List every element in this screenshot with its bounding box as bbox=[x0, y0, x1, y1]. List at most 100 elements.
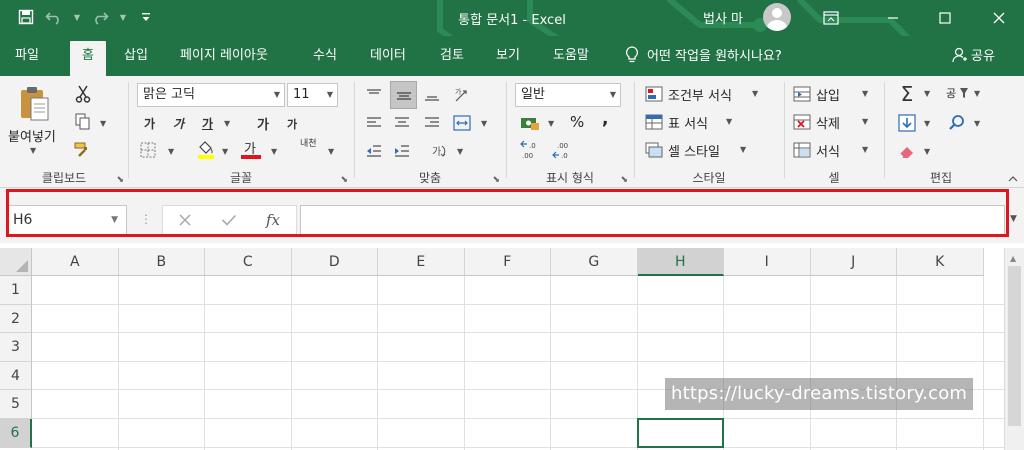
row-header-3[interactable]: 3 bbox=[0, 333, 32, 362]
align-top-button[interactable] bbox=[362, 84, 386, 106]
cell-area[interactable] bbox=[32, 276, 1024, 450]
column-header-e[interactable]: E bbox=[378, 248, 465, 276]
tab-page-layout[interactable]: 페이지 레이아웃 bbox=[180, 45, 268, 67]
paste-button[interactable] bbox=[14, 84, 54, 124]
number-dialog-launcher-icon[interactable]: ⬊ bbox=[620, 175, 628, 185]
wrap-text-button[interactable]: 가 bbox=[428, 140, 452, 162]
conditional-formatting-button[interactable]: 조건부 서식 bbox=[668, 85, 732, 104]
expand-formula-bar-button[interactable]: ▼ bbox=[1010, 214, 1017, 224]
name-box[interactable]: H6 ▼ bbox=[6, 205, 127, 235]
column-header-c[interactable]: C bbox=[205, 248, 292, 276]
clipboard-dialog-launcher-icon[interactable]: ⬊ bbox=[116, 175, 124, 185]
maximize-button[interactable] bbox=[922, 0, 968, 36]
column-header-j[interactable]: J bbox=[810, 248, 897, 276]
fill-color-button[interactable] bbox=[196, 138, 216, 160]
autosum-dropdown-icon[interactable]: ▼ bbox=[924, 89, 930, 98]
phonetic-guide-button[interactable]: 내천 bbox=[300, 140, 317, 149]
customize-qat-button[interactable] bbox=[134, 6, 158, 28]
close-button[interactable] bbox=[976, 0, 1022, 36]
column-header-f[interactable]: F bbox=[464, 248, 551, 276]
comma-style-button[interactable]: , bbox=[602, 109, 608, 129]
collapse-ribbon-button[interactable] bbox=[1006, 172, 1020, 186]
scrollbar-thumb[interactable] bbox=[1008, 266, 1021, 426]
autosum-icon[interactable]: Σ bbox=[896, 82, 918, 106]
user-avatar[interactable] bbox=[763, 3, 791, 31]
copy-dropdown-icon[interactable]: ▼ bbox=[100, 119, 106, 128]
merge-center-button[interactable] bbox=[450, 112, 474, 134]
decrease-decimal-button[interactable]: .00.0 bbox=[550, 138, 576, 162]
italic-button[interactable]: 가 bbox=[173, 115, 184, 132]
sort-filter-button[interactable]: 공 bbox=[946, 85, 956, 101]
redo-dropdown-button[interactable]: ▼ bbox=[116, 6, 130, 28]
bold-button[interactable]: 가 bbox=[144, 115, 155, 132]
delete-dropdown-icon[interactable]: ▼ bbox=[862, 117, 868, 126]
delete-cells-button[interactable]: 삭제 bbox=[816, 113, 840, 132]
align-bottom-button[interactable] bbox=[420, 84, 444, 106]
insert-dropdown-icon[interactable]: ▼ bbox=[862, 89, 868, 98]
formula-bar-resize-handle[interactable]: ⋮ bbox=[140, 212, 152, 226]
save-button[interactable] bbox=[14, 6, 38, 28]
tab-insert[interactable]: 삽입 bbox=[124, 45, 148, 67]
column-header-h[interactable]: H bbox=[637, 248, 724, 276]
column-header-g[interactable]: G bbox=[551, 248, 638, 276]
column-header-i[interactable]: I bbox=[724, 248, 811, 276]
redo-button[interactable] bbox=[88, 6, 112, 28]
vertical-scrollbar[interactable]: ▲ bbox=[1004, 248, 1024, 450]
format-dropdown-icon[interactable]: ▼ bbox=[862, 145, 868, 154]
ribbon-display-options-button[interactable] bbox=[808, 0, 854, 36]
increase-font-size-button[interactable]: 가 bbox=[257, 114, 269, 133]
align-middle-button[interactable] bbox=[390, 81, 417, 109]
font-dialog-launcher-icon[interactable]: ⬊ bbox=[340, 175, 348, 185]
decrease-indent-button[interactable] bbox=[362, 140, 386, 162]
column-header-d[interactable]: D bbox=[291, 248, 378, 276]
confirm-entry-button[interactable] bbox=[211, 206, 247, 234]
borders-button[interactable] bbox=[138, 140, 158, 160]
tab-formulas[interactable]: 수식 bbox=[313, 45, 337, 67]
conditional-dropdown-icon[interactable]: ▼ bbox=[752, 89, 758, 98]
insert-function-button[interactable]: fx bbox=[255, 206, 291, 234]
underline-button[interactable]: 가 bbox=[202, 115, 213, 132]
row-header-6[interactable]: 6 bbox=[0, 419, 32, 448]
format-cells-button[interactable]: 서식 bbox=[816, 141, 840, 160]
sort-dropdown-icon[interactable]: ▼ bbox=[974, 89, 980, 98]
align-left-button[interactable] bbox=[362, 112, 386, 134]
format-as-table-button[interactable]: 표 서식 bbox=[668, 113, 708, 132]
tab-data[interactable]: 데이터 bbox=[370, 45, 406, 67]
increase-indent-button[interactable] bbox=[390, 140, 414, 162]
fill-dropdown-icon[interactable]: ▼ bbox=[924, 119, 930, 128]
undo-dropdown-button[interactable]: ▼ bbox=[70, 6, 84, 28]
accounting-format-button[interactable] bbox=[518, 112, 542, 134]
row-header-5[interactable]: 5 bbox=[0, 390, 32, 419]
select-all-button[interactable] bbox=[0, 248, 32, 276]
undo-button[interactable] bbox=[42, 6, 66, 28]
merge-dropdown-icon[interactable]: ▼ bbox=[481, 119, 487, 128]
cancel-entry-button[interactable] bbox=[167, 206, 203, 234]
decrease-font-size-button[interactable]: 가 bbox=[287, 116, 297, 132]
number-format-dropdown[interactable]: 일반 ▼ bbox=[515, 83, 621, 107]
paste-dropdown-icon[interactable]: ▼ bbox=[30, 146, 36, 155]
minimize-button[interactable] bbox=[870, 0, 916, 36]
underline-dropdown-icon[interactable]: ▼ bbox=[224, 119, 230, 128]
cell-styles-button[interactable]: 셀 스타일 bbox=[668, 141, 720, 160]
tab-review[interactable]: 검토 bbox=[440, 45, 464, 67]
phonetic-dropdown-icon[interactable]: ▼ bbox=[328, 147, 334, 156]
fill-button[interactable] bbox=[896, 112, 918, 134]
copy-button[interactable] bbox=[72, 112, 94, 132]
increase-decimal-button[interactable]: .0.00 bbox=[518, 138, 544, 162]
align-center-button[interactable] bbox=[390, 112, 414, 134]
tab-view[interactable]: 보기 bbox=[496, 45, 520, 67]
column-header-k[interactable]: K bbox=[897, 248, 984, 276]
format-painter-button[interactable] bbox=[72, 140, 94, 160]
accounting-dropdown-icon[interactable]: ▼ bbox=[548, 119, 554, 128]
column-header-b[interactable]: B bbox=[118, 248, 205, 276]
find-dropdown-icon[interactable]: ▼ bbox=[974, 119, 980, 128]
orientation-button[interactable]: 가 bbox=[450, 83, 474, 107]
row-header-1[interactable]: 1 bbox=[0, 276, 32, 305]
formula-input[interactable] bbox=[300, 205, 1005, 235]
align-right-button[interactable] bbox=[420, 112, 444, 134]
tab-file[interactable]: 파일 bbox=[15, 45, 39, 67]
find-select-button[interactable] bbox=[946, 112, 968, 134]
font-name-dropdown[interactable]: 맑은 고딕 ▼ bbox=[137, 83, 285, 107]
active-cell[interactable] bbox=[636, 418, 724, 448]
percent-style-button[interactable]: % bbox=[570, 113, 584, 131]
